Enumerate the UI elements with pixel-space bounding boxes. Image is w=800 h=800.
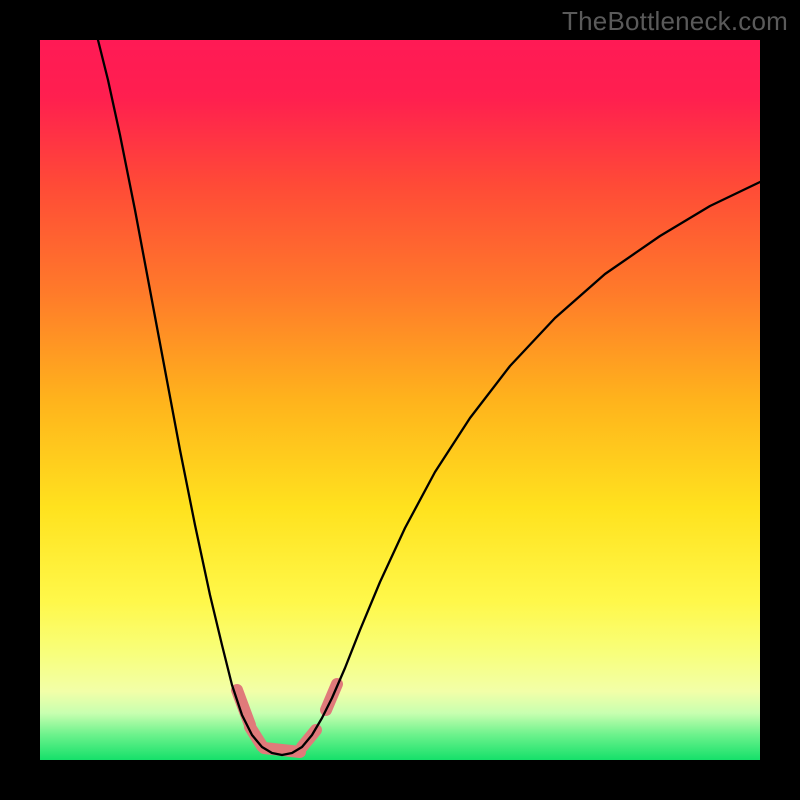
gradient-background <box>40 40 760 760</box>
bottleneck-chart <box>40 40 760 760</box>
watermark-text: TheBottleneck.com <box>562 6 788 37</box>
plot-area <box>40 40 760 760</box>
chart-frame: TheBottleneck.com <box>0 0 800 800</box>
